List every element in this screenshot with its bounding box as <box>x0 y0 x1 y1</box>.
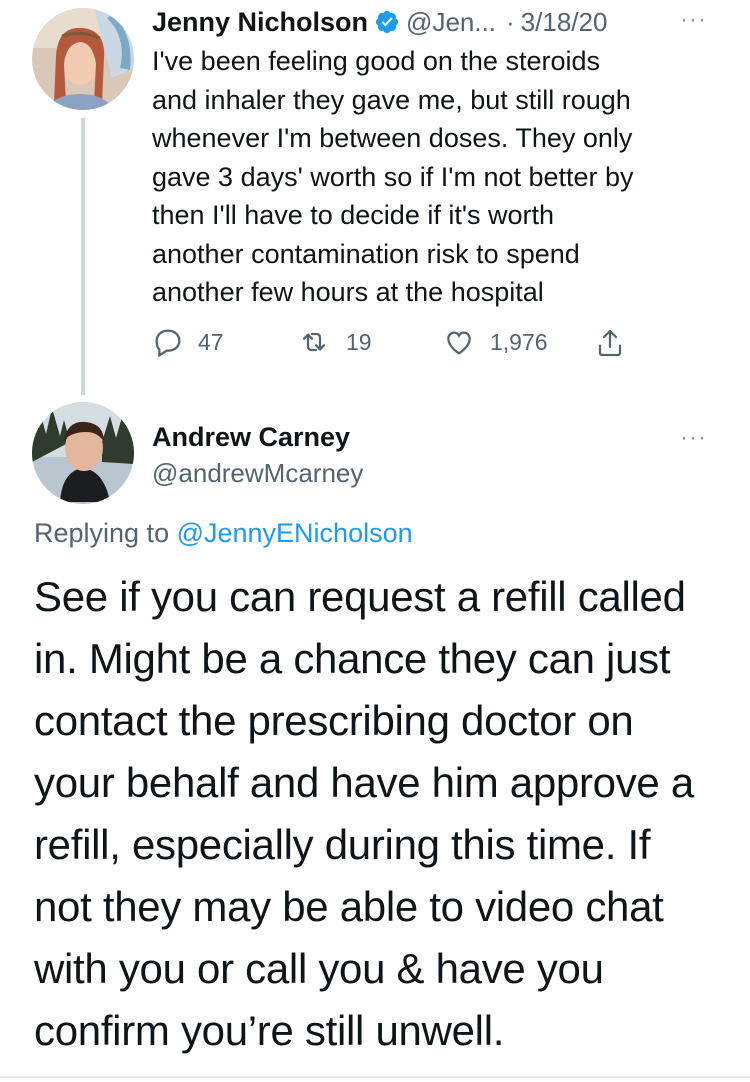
avatar-jenny-nicholson[interactable] <box>32 8 134 110</box>
reply-icon <box>155 329 181 358</box>
tweet2-line: confirm you’re still unwell. <box>34 1007 505 1054</box>
retweet-count: 19 <box>346 328 372 355</box>
tweet1-line: then I'll have to decide if it's worth <box>152 200 555 230</box>
heart-icon <box>447 331 471 355</box>
author-handle[interactable]: @Jen... <box>406 7 496 38</box>
retweet-icon <box>302 332 326 352</box>
tweet-date[interactable]: 3/18/20 <box>521 7 608 38</box>
thread-connector-line <box>81 118 85 395</box>
reply-button[interactable]: 47 <box>152 326 224 358</box>
retweet-button[interactable]: 19 <box>296 326 372 358</box>
tweet2-line: your behalf and have him approve a <box>34 759 694 806</box>
avatar-andrew-carney[interactable] <box>32 402 134 504</box>
share-button[interactable] <box>594 326 626 360</box>
tweet1-line: I've been feeling good on the steroids <box>152 46 600 76</box>
tweet2-line: in. Might be a chance they can just <box>34 635 671 682</box>
divider <box>0 1076 750 1078</box>
author-name[interactable]: Jenny Nicholson <box>152 7 368 38</box>
tweet2-line: not they may be able to video chat <box>34 883 664 930</box>
tweet1-line: whenever I'm between doses. They only <box>152 123 633 153</box>
tweet2-line: See if you can request a refill called <box>34 573 686 620</box>
tweet2-text: See if you can request a refill called i… <box>34 566 734 1062</box>
like-button[interactable]: 1,976 <box>442 326 548 358</box>
tweet2-line: refill, especially during this time. If <box>34 821 651 868</box>
replying-to-handle-link[interactable]: @JennyENicholson <box>177 518 413 548</box>
avatar-image <box>32 8 134 110</box>
tweet2-line: contact the prescribing doctor on <box>34 697 634 744</box>
tweet1-text: I've been feeling good on the steroids a… <box>152 42 732 312</box>
more-icon[interactable]: ··· <box>680 6 707 34</box>
replying-to: Replying to @JennyENicholson <box>34 518 413 549</box>
like-count: 1,976 <box>490 328 548 355</box>
tweet1-line: and inhaler they gave me, but still roug… <box>152 84 631 115</box>
share-icon <box>598 329 622 357</box>
tweet1-line: another contamination risk to spend <box>152 238 580 269</box>
tweet1-line: another few hours at the hospital <box>152 277 544 307</box>
author-name[interactable]: Andrew Carney <box>152 422 350 453</box>
more-icon[interactable]: ··· <box>680 424 707 452</box>
tweet2-line: with you or call you & have you <box>34 945 604 992</box>
reply-count: 47 <box>198 328 224 355</box>
separator-dot: · <box>506 6 515 37</box>
tweet1-header: Jenny Nicholson @Jen... · 3/18/20 <box>152 4 607 40</box>
verified-badge-icon <box>374 9 400 35</box>
replying-to-label: Replying to <box>34 518 177 548</box>
author-handle[interactable]: @andrewMcarney <box>152 458 363 489</box>
tweet1-line: gave 3 days' worth so if I'm not better … <box>152 161 634 192</box>
avatar-image <box>32 402 134 504</box>
